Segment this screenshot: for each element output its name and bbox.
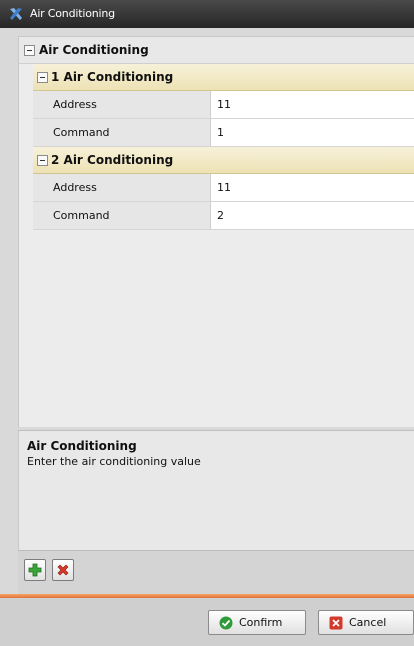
property-name-cell: Command [33, 119, 211, 146]
remove-icon [57, 564, 69, 576]
cancel-button[interactable]: Cancel [318, 610, 414, 635]
property-grid: Air Conditioning 1 Air Conditioning Addr… [18, 36, 414, 427]
group-label: 1 Air Conditioning [51, 70, 174, 84]
root-category-row[interactable]: Air Conditioning [19, 37, 414, 64]
description-panel: Air Conditioning Enter the air condition… [18, 430, 414, 551]
property-value[interactable]: 1 [217, 126, 224, 139]
group-label: 2 Air Conditioning [51, 153, 174, 167]
tools-x-icon [10, 8, 22, 20]
property-name: Address [53, 98, 97, 111]
group-row-2[interactable]: 2 Air Conditioning [33, 147, 414, 174]
property-name: Address [53, 181, 97, 194]
dialog-window: Air Conditioning Air Conditioning 1 Air … [0, 0, 414, 646]
description-text: Enter the air conditioning value [27, 455, 201, 468]
property-value[interactable]: 11 [217, 181, 231, 194]
add-button[interactable] [24, 559, 46, 581]
description-title: Air Conditioning [27, 439, 137, 453]
property-value[interactable]: 2 [217, 209, 224, 222]
property-name-cell: Command [33, 202, 211, 229]
add-icon [28, 563, 42, 577]
cancel-icon [329, 616, 343, 630]
property-name: Command [53, 209, 110, 222]
property-value[interactable]: 11 [217, 98, 231, 111]
collapse-icon[interactable] [37, 72, 48, 83]
group-row-1[interactable]: 1 Air Conditioning [33, 64, 414, 91]
remove-button[interactable] [52, 559, 74, 581]
confirm-button[interactable]: Confirm [208, 610, 306, 635]
collapse-icon[interactable] [37, 155, 48, 166]
property-row-command[interactable]: Command 2 [33, 202, 414, 230]
collapse-icon[interactable] [24, 45, 35, 56]
item-toolbar [18, 550, 414, 595]
property-name: Command [53, 126, 110, 139]
property-name-cell: Address [33, 91, 211, 118]
property-row-address[interactable]: Address 11 [33, 174, 414, 202]
property-row-address[interactable]: Address 11 [33, 91, 414, 119]
root-category-label: Air Conditioning [39, 43, 149, 57]
cancel-label: Cancel [349, 616, 387, 629]
window-title: Air Conditioning [30, 7, 115, 20]
property-row-command[interactable]: Command 1 [33, 119, 414, 147]
title-bar[interactable]: Air Conditioning [0, 0, 414, 28]
confirm-label: Confirm [239, 616, 283, 629]
dialog-footer: Confirm Cancel [0, 598, 414, 646]
property-name-cell: Address [33, 174, 211, 201]
check-circle-icon [219, 616, 233, 630]
